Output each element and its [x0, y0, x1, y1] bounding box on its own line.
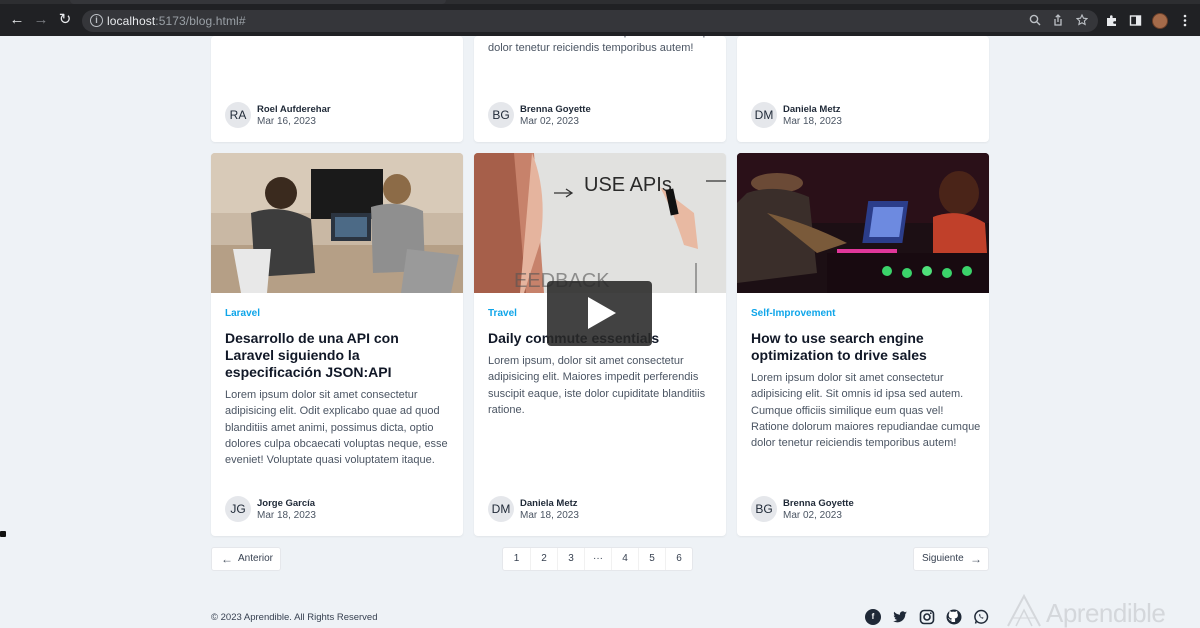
whatsapp-icon[interactable] [973, 609, 989, 625]
author-avatar: RA [225, 102, 251, 128]
arrow-right-icon: → [970, 552, 982, 566]
search-icon[interactable] [1028, 14, 1042, 28]
author-name[interactable]: Brenna Goyette [783, 498, 854, 509]
author-avatar: DM [751, 102, 777, 128]
post-author: JG Jorge García Mar 18, 2023 [225, 496, 451, 523]
menu-icon[interactable] [1178, 14, 1192, 28]
reload-icon[interactable]: ↻ [57, 12, 73, 28]
post-card[interactable]: DM Daniela Metz Mar 18, 2023 [737, 36, 989, 142]
author-name[interactable]: Brenna Goyette [520, 104, 591, 115]
author-avatar: BG [488, 102, 514, 128]
author-avatar: BG [751, 496, 777, 522]
pagination-previous-button[interactable]: ← Anterior [211, 547, 281, 571]
post-image[interactable]: USE APIs EEDBACK [474, 153, 726, 293]
author-name[interactable]: Jorge García [257, 498, 315, 509]
brand-wordmark: Aprendible [1046, 598, 1166, 628]
author-name[interactable]: Daniela Metz [520, 498, 578, 509]
profile-avatar[interactable] [1152, 13, 1168, 29]
page-link[interactable]: 3 [557, 548, 584, 570]
post-excerpt: Lorem ipsum dolor sit amet consectetur a… [751, 372, 981, 450]
post-excerpt: Lorem ipsum, dolor sit amet consectetur … [488, 355, 706, 416]
url-host: localhost [107, 14, 156, 28]
post-author: BG Brenna Goyette Mar 02, 2023 [488, 102, 714, 129]
browser-toolbar: ← → ↻ i localhost:5173/blog.html# [0, 0, 1200, 36]
page-link[interactable]: 6 [665, 548, 692, 570]
pagination-previous-label: Anterior [238, 553, 274, 564]
page-link[interactable]: 5 [638, 548, 665, 570]
pagination-next-button[interactable]: Siguiente → [913, 547, 989, 571]
author-avatar: JG [225, 496, 251, 522]
page-link[interactable]: 4 [611, 548, 638, 570]
brand-mark-icon [1007, 594, 1041, 627]
author-name[interactable]: Daniela Metz [783, 104, 841, 115]
site-info-icon[interactable]: i [90, 14, 103, 27]
sidepanel-icon[interactable] [1128, 14, 1142, 28]
post-date: Mar 02, 2023 [783, 510, 842, 521]
post-author: BG Brenna Goyette Mar 02, 2023 [751, 496, 977, 523]
post-date: Mar 18, 2023 [520, 510, 579, 521]
post-excerpt: Lorem ipsum dolor sit amet consectetur a… [225, 389, 448, 467]
post-date: Mar 02, 2023 [520, 116, 579, 127]
page-ellipsis: ··· [584, 548, 611, 570]
post-category[interactable]: Laravel [225, 308, 260, 319]
instagram-icon[interactable] [919, 609, 935, 625]
post-card[interactable]: Laravel Desarrollo de una API con Larave… [211, 153, 463, 536]
whiteboard-text: USE APIs [584, 174, 672, 196]
post-image[interactable] [211, 153, 463, 293]
post-author: RA Roel Aufderehar Mar 16, 2023 [225, 102, 451, 129]
post-excerpt: Ratione dolorum maiores repudiandae cumq… [488, 36, 717, 55]
page-link[interactable]: 2 [530, 548, 557, 570]
facebook-icon[interactable]: f [865, 609, 881, 625]
pagination-pages: 1 2 3 ··· 4 5 6 [502, 547, 693, 571]
mouse-cursor [0, 531, 6, 537]
extensions-icon[interactable] [1104, 14, 1118, 28]
post-card[interactable]: RA Roel Aufderehar Mar 16, 2023 [211, 36, 463, 142]
active-tab[interactable] [70, 0, 446, 4]
twitter-icon[interactable] [892, 609, 908, 625]
post-date: Mar 18, 2023 [783, 116, 842, 127]
post-card[interactable]: Self-Improvement How to use search engin… [737, 153, 989, 536]
pagination-next-label: Siguiente [922, 553, 964, 564]
github-icon[interactable] [946, 609, 962, 625]
post-date: Mar 18, 2023 [257, 510, 316, 521]
footer-copyright: © 2023 Aprendible. All Rights Reserved [211, 612, 378, 623]
post-title[interactable]: How to use search engine optimization to… [751, 330, 977, 364]
brand-logo[interactable]: Aprendible [1006, 594, 1176, 628]
video-play-button[interactable] [547, 281, 652, 346]
url-path: :5173/blog.html# [155, 14, 246, 28]
forward-icon[interactable]: → [33, 12, 49, 28]
post-category[interactable]: Travel [488, 308, 517, 319]
post-title[interactable]: Desarrollo de una API con Laravel siguie… [225, 330, 451, 381]
post-author: DM Daniela Metz Mar 18, 2023 [751, 102, 977, 129]
post-image[interactable] [737, 153, 989, 293]
author-avatar: DM [488, 496, 514, 522]
author-name[interactable]: Roel Aufderehar [257, 104, 331, 115]
back-icon[interactable]: ← [9, 12, 25, 28]
post-category[interactable]: Self-Improvement [751, 308, 835, 319]
post-date: Mar 16, 2023 [257, 116, 316, 127]
post-author: DM Daniela Metz Mar 18, 2023 [488, 496, 714, 523]
share-icon[interactable] [1051, 14, 1065, 28]
star-icon[interactable] [1075, 13, 1089, 28]
url-text: localhost:5173/blog.html# [107, 14, 246, 28]
arrow-left-icon: ← [221, 552, 233, 566]
address-bar[interactable]: i localhost:5173/blog.html# [82, 10, 1098, 32]
page-link[interactable]: 1 [503, 548, 530, 570]
post-card[interactable]: Ratione dolorum maiores repudiandae cumq… [474, 36, 726, 142]
